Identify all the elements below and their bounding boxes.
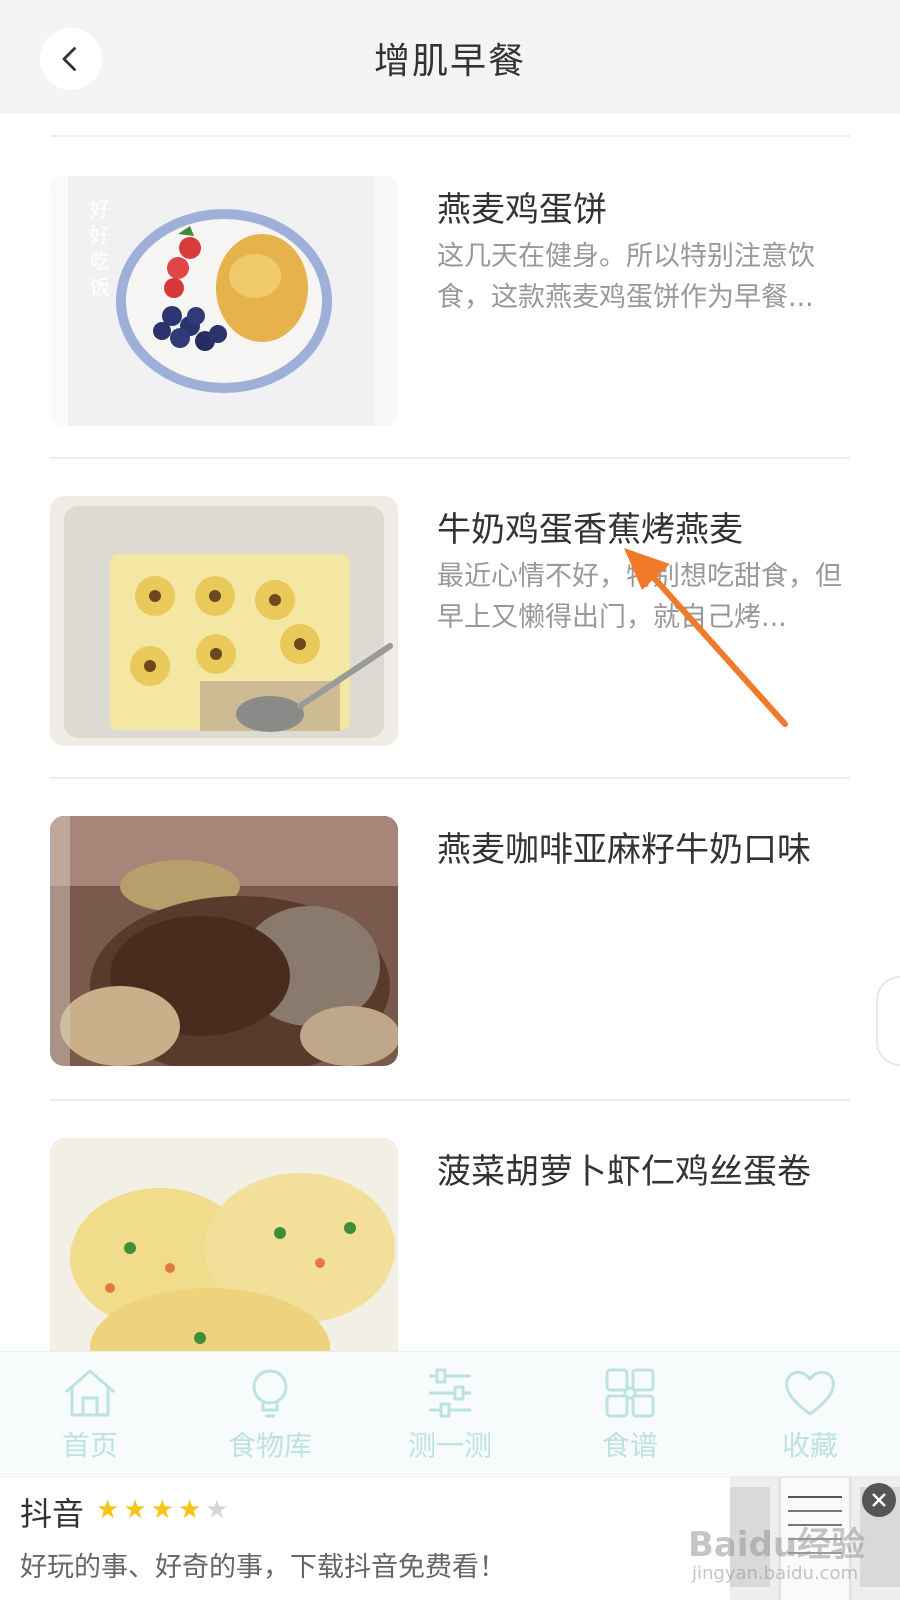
recipe-title: 燕麦咖啡亚麻籽牛奶口味 [437, 830, 811, 870]
recipe-title: 牛奶鸡蛋香蕉烤燕麦 [437, 510, 743, 550]
divider [50, 1099, 850, 1101]
star-icon: ★ [123, 1495, 147, 1525]
nav-item-test[interactable]: 测一测 [370, 1352, 530, 1476]
sliders-icon [429, 1368, 471, 1418]
divider [50, 457, 850, 459]
ad-banner[interactable]: 抖音 ★ ★ ★ ★ ★ 好玩的事、好奇的事，下载抖音免费看！ Baidu经验 … [0, 1476, 900, 1600]
star-icon: ★ [150, 1495, 174, 1525]
banana-baked-oats-photo [50, 496, 398, 746]
oat-egg-pancake-photo: 好好吃饭 [50, 176, 398, 426]
watermark-url: jingyan.baidu.com [692, 1563, 859, 1584]
grid-icon [605, 1368, 655, 1418]
recipe-card[interactable]: 好好吃饭 燕麦鸡蛋饼 这几天在健身。所以特别注意饮食，这款燕麦鸡蛋饼作为早餐..… [50, 176, 850, 426]
nav-label: 食物库 [227, 1429, 312, 1462]
star-empty-icon: ★ [205, 1495, 229, 1525]
nav-item-food-library[interactable]: 食物库 [190, 1352, 350, 1476]
close-icon [872, 1493, 886, 1507]
star-icon: ★ [96, 1495, 120, 1525]
oat-coffee-flaxseed-photo [50, 816, 398, 1066]
recipe-card[interactable]: 燕麦咖啡亚麻籽牛奶口味 [50, 816, 850, 1066]
recipe-card[interactable]: 菠菜胡萝卜虾仁鸡丝蛋卷 [50, 1138, 850, 1351]
ad-app-name: 抖音 [20, 1495, 85, 1533]
lightbulb-icon [252, 1369, 288, 1418]
recipe-title: 菠菜胡萝卜虾仁鸡丝蛋卷 [437, 1152, 811, 1192]
watermark: Baidu经验 [688, 1525, 866, 1565]
recipe-description: 这几天在健身。所以特别注意饮食，这款燕麦鸡蛋饼作为早餐... [437, 241, 815, 313]
spinach-egg-roll-photo [50, 1138, 398, 1351]
edge-handle[interactable] [876, 976, 900, 1066]
nav-label: 测一测 [407, 1429, 492, 1462]
nav-item-favorites[interactable]: 收藏 [730, 1352, 890, 1476]
divider [50, 777, 850, 779]
nav-item-home[interactable]: 首页 [10, 1352, 170, 1476]
recipe-list[interactable]: 好好吃饭 燕麦鸡蛋饼 这几天在健身。所以特别注意饮食，这款燕麦鸡蛋饼作为早餐..… [0, 114, 900, 1351]
ad-close-button[interactable] [862, 1483, 896, 1517]
nav-label: 食谱 [601, 1429, 658, 1462]
recipe-description: 最近心情不好，特别想吃甜食，但早上又懒得出门，就自己烤... [437, 561, 842, 633]
home-icon [65, 1369, 115, 1417]
nav-item-recipes[interactable]: 食谱 [550, 1352, 710, 1476]
top-bar: 增肌早餐 [0, 0, 900, 114]
nav-label: 首页 [61, 1429, 118, 1462]
ad-rating: ★ ★ ★ ★ ★ [96, 1495, 233, 1525]
bottom-nav: 首页 食物库 测一测 食谱 收藏 [0, 1351, 900, 1476]
recipe-title: 燕麦鸡蛋饼 [437, 190, 607, 230]
recipe-card[interactable]: 牛奶鸡蛋香蕉烤燕麦 最近心情不好，特别想吃甜食，但早上又懒得出门，就自己烤... [50, 496, 850, 746]
image-caption: 好好吃饭 [90, 197, 110, 299]
nav-label: 收藏 [781, 1429, 838, 1462]
page-title: 增肌早餐 [373, 41, 526, 82]
ad-text: 好玩的事、好奇的事，下载抖音免费看！ [20, 1552, 506, 1583]
heart-icon [785, 1370, 835, 1416]
star-icon: ★ [177, 1495, 202, 1525]
divider [50, 135, 850, 137]
